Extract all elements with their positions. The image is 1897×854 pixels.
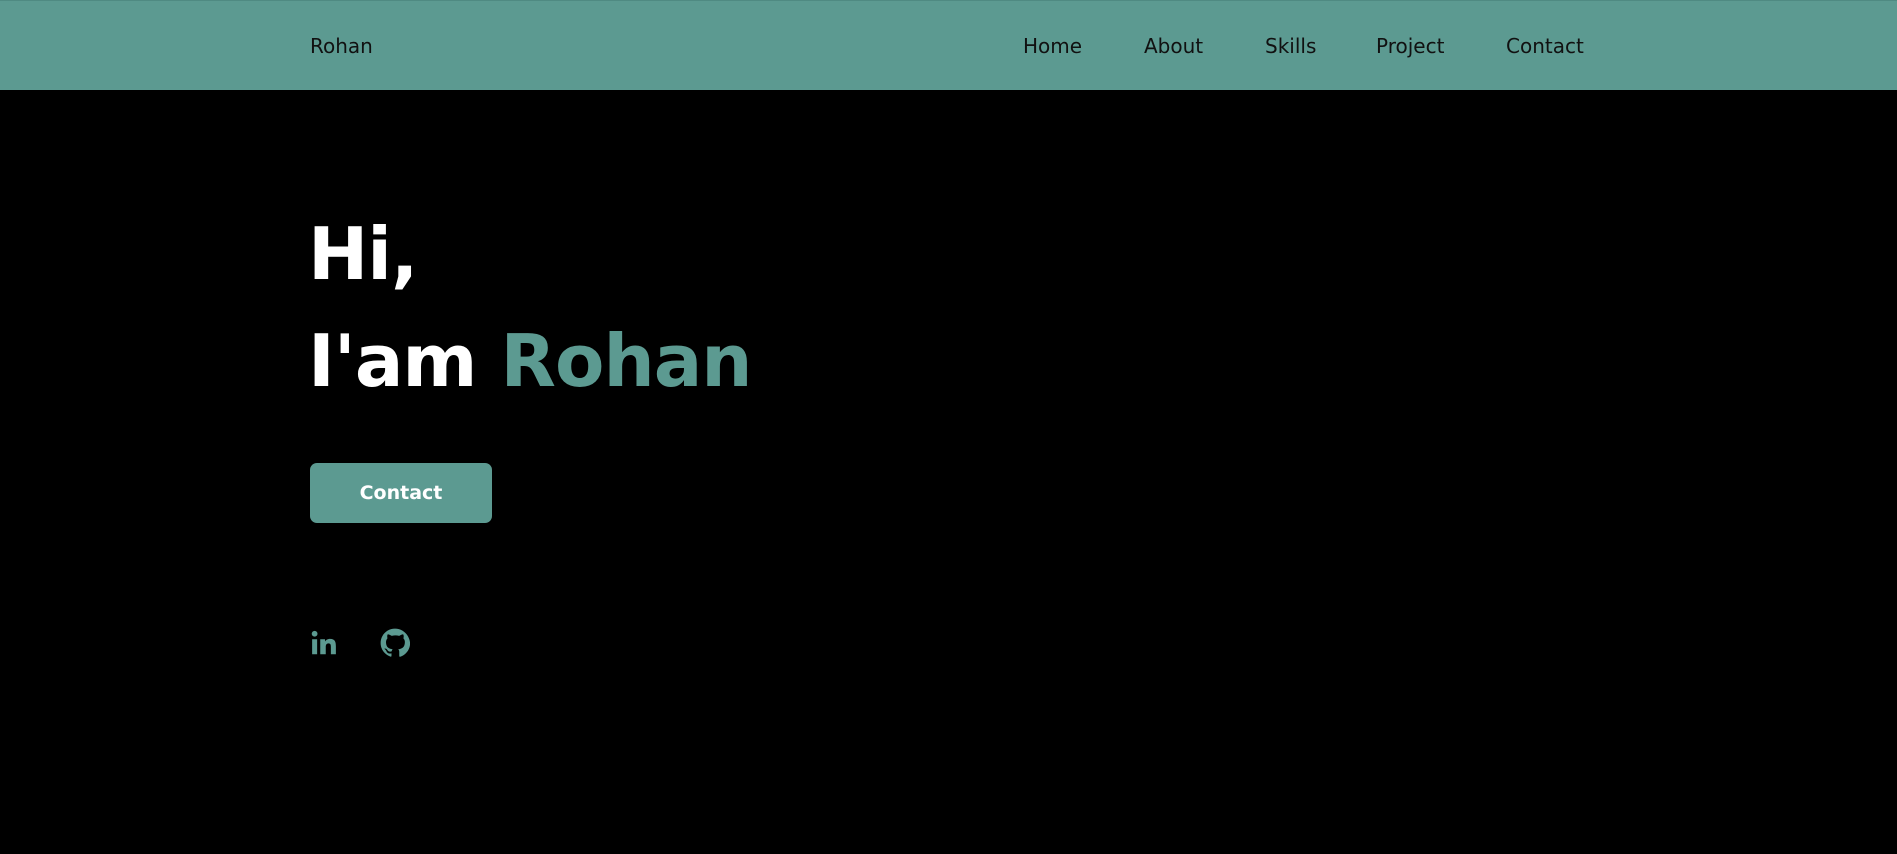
github-icon [380, 628, 410, 657]
top-navbar: Rohan Home About Skills Project Contact [0, 0, 1897, 90]
contact-button[interactable]: Contact [310, 463, 492, 523]
linkedin-link[interactable] [309, 628, 339, 658]
nav-link-contact[interactable]: Contact [1506, 34, 1584, 58]
hero-greeting: Hi, [308, 212, 418, 296]
hero-intro-line: I'am Rohan [308, 325, 753, 397]
linkedin-icon [311, 630, 336, 655]
hero-intro-text: I'am [308, 319, 477, 403]
nav-link-skills[interactable]: Skills [1265, 34, 1316, 58]
github-link[interactable] [380, 628, 410, 658]
nav-link-about[interactable]: About [1144, 34, 1203, 58]
main-nav: Home About Skills Project Contact [0, 34, 1897, 62]
nav-link-home[interactable]: Home [1023, 34, 1082, 58]
nav-link-project[interactable]: Project [1376, 34, 1444, 58]
hero-name: Rohan [500, 319, 753, 403]
